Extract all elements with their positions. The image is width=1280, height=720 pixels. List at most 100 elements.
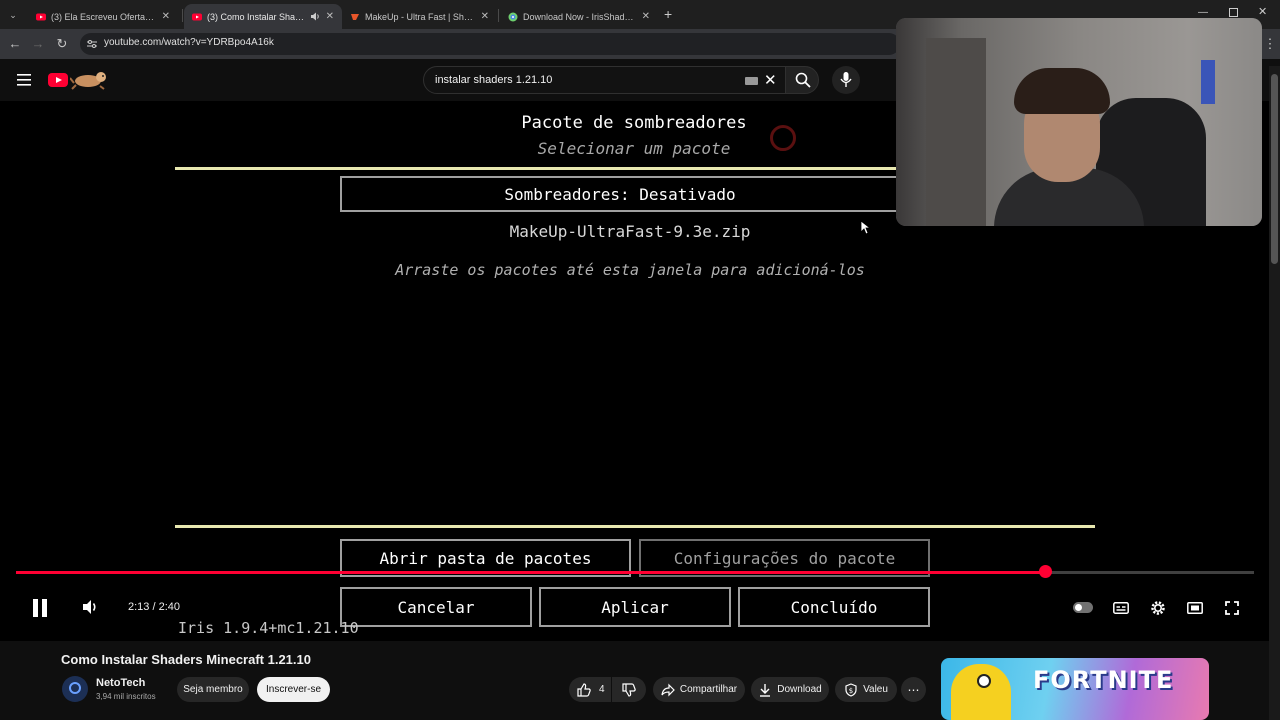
mc-pack-entry[interactable]: MakeUp-UltraFast-9.3e.zip	[380, 222, 880, 241]
captions-icon[interactable]	[1113, 602, 1129, 614]
youtube-favicon-icon	[192, 13, 202, 20]
forward-icon[interactable]: →	[30, 36, 46, 52]
share-icon	[661, 683, 675, 696]
channel-subscribers: 3,94 mil inscritos	[96, 692, 156, 701]
mc-done-label: Concluído	[790, 597, 878, 617]
thanks-button[interactable]: $ Valeu	[835, 677, 897, 702]
tab-separator	[182, 9, 183, 22]
voice-search-button[interactable]	[832, 66, 860, 94]
address-bar-url: youtube.com/watch?v=YDRBpo4A16k	[104, 37, 274, 48]
tab-3-title: Download Now - IrisShaders	[523, 11, 636, 22]
clear-search-icon[interactable]: ✕	[764, 71, 777, 89]
thumbs-up-icon	[577, 682, 591, 697]
subscribe-label: Inscrever-se	[265, 684, 321, 695]
mc-shader-toggle-button[interactable]: Sombreadores: Desativado	[340, 176, 900, 212]
like-count: 4	[599, 684, 605, 695]
thumbs-down-icon	[622, 682, 636, 697]
mouse-cursor-icon	[861, 221, 871, 235]
progress-scrubber[interactable]	[1038, 565, 1052, 578]
join-label: Seja membro	[183, 684, 243, 695]
youtube-logo[interactable]	[48, 70, 112, 90]
tab-1-close-icon[interactable]: ✕	[326, 11, 334, 22]
channel-avatar-mark	[69, 682, 81, 694]
ad-character	[951, 664, 1011, 720]
microphone-icon	[840, 72, 852, 87]
tab-0[interactable]: (3) Ela Escreveu Ofertas Que W ✕	[28, 4, 178, 29]
video-title: Como Instalar Shaders Minecraft 1.21.10	[61, 652, 311, 667]
more-icon: ⋯	[907, 682, 920, 697]
iris-favicon-icon	[508, 12, 518, 21]
hamburger-menu-icon[interactable]	[17, 74, 31, 86]
page-scrollbar[interactable]	[1269, 66, 1280, 720]
tab-3-close-icon[interactable]: ✕	[642, 11, 650, 22]
browser-menu-icon[interactable]: ⋮	[1262, 36, 1278, 52]
autoplay-toggle[interactable]	[1073, 602, 1093, 613]
channel-avatar[interactable]	[62, 676, 88, 702]
webcam-person-hair	[1014, 68, 1110, 114]
settings-gear-icon[interactable]	[1150, 600, 1166, 616]
new-tab-icon[interactable]: +	[664, 6, 678, 22]
restore-icon[interactable]	[1229, 8, 1238, 17]
mc-shader-toggle-label: Sombreadores: Desativado	[504, 184, 736, 204]
tab-2[interactable]: MakeUp - Ultra Fast | Shaders ✕	[342, 4, 497, 29]
reload-icon[interactable]: ↻	[54, 36, 70, 52]
address-bar[interactable]: youtube.com/watch?v=YDRBpo4A16k	[80, 33, 900, 55]
curseforge-favicon-icon	[351, 13, 359, 20]
webcam-overlay	[896, 18, 1262, 226]
back-icon[interactable]: ←	[7, 36, 23, 52]
ad-title: FORTNITE	[1033, 666, 1174, 694]
dislike-button[interactable]	[612, 677, 646, 702]
tab-0-title: (3) Ela Escreveu Ofertas Que W	[51, 11, 156, 22]
share-button[interactable]: Compartilhar	[653, 677, 745, 702]
theater-mode-icon[interactable]	[1187, 602, 1203, 614]
tab-2-close-icon[interactable]: ✕	[481, 11, 489, 22]
keyboard-icon[interactable]	[745, 77, 758, 85]
mc-cancel-label: Cancelar	[397, 597, 475, 617]
scrollbar-thumb[interactable]	[1271, 74, 1278, 264]
join-button[interactable]: Seja membro	[177, 677, 249, 702]
svg-text:$: $	[849, 687, 853, 695]
search-box[interactable]: instalar shaders 1.21.10 ✕	[423, 66, 786, 94]
fullscreen-icon[interactable]	[1225, 601, 1239, 615]
more-actions-button[interactable]: ⋯	[901, 677, 926, 702]
progress-fill	[16, 571, 1045, 574]
search-button[interactable]	[785, 66, 819, 94]
site-info-icon[interactable]	[86, 38, 98, 50]
mc-done-button[interactable]: Concluído	[738, 587, 930, 627]
mc-cancel-button[interactable]: Cancelar	[340, 587, 532, 627]
thanks-label: Valeu	[863, 684, 888, 695]
ad-character-eye	[977, 674, 991, 688]
youtube-favicon-icon	[36, 13, 46, 20]
download-button[interactable]: Download	[751, 677, 829, 702]
tab-0-close-icon[interactable]: ✕	[162, 11, 170, 22]
mc-divider-bottom	[175, 525, 1095, 528]
progress-bar[interactable]	[16, 571, 1254, 574]
webcam-poster	[1201, 60, 1215, 104]
channel-name[interactable]: NetoTech	[96, 677, 145, 689]
time-display: 2:13 / 2:40	[128, 601, 180, 613]
mc-drag-hint: Arraste os pacotes até esta janela para …	[395, 261, 865, 279]
super-thanks-icon: $	[845, 682, 857, 697]
download-label: Download	[777, 684, 822, 695]
doodle-creature-icon	[70, 72, 106, 90]
share-label: Compartilhar	[679, 684, 738, 695]
tab-separator	[498, 9, 499, 22]
mc-version-label: Iris 1.9.4+mc1.21.10	[178, 619, 359, 637]
tab-1[interactable]: (3) Como Instalar Shaders M ✕	[184, 4, 342, 29]
subscribe-button[interactable]: Inscrever-se	[257, 677, 330, 702]
tab-1-title: (3) Como Instalar Shaders M	[207, 11, 307, 22]
like-button[interactable]: 4	[569, 677, 611, 702]
tab-3[interactable]: Download Now - IrisShaders ✕	[500, 4, 658, 29]
volume-icon[interactable]	[83, 600, 99, 614]
close-window-icon[interactable]: ✕	[1258, 5, 1270, 19]
tab-audio-icon[interactable]	[310, 12, 320, 21]
tab-search-button[interactable]: ⌄	[6, 8, 20, 22]
ad-banner[interactable]: FORTNITE	[941, 658, 1209, 720]
pause-icon[interactable]	[32, 599, 48, 617]
search-input[interactable]: instalar shaders 1.21.10	[435, 74, 552, 86]
tab-2-title: MakeUp - Ultra Fast | Shaders	[365, 11, 475, 22]
loading-spinner-icon	[770, 125, 796, 151]
mc-apply-button[interactable]: Aplicar	[539, 587, 731, 627]
webcam-shelf	[926, 38, 986, 226]
mc-apply-label: Aplicar	[601, 597, 669, 617]
